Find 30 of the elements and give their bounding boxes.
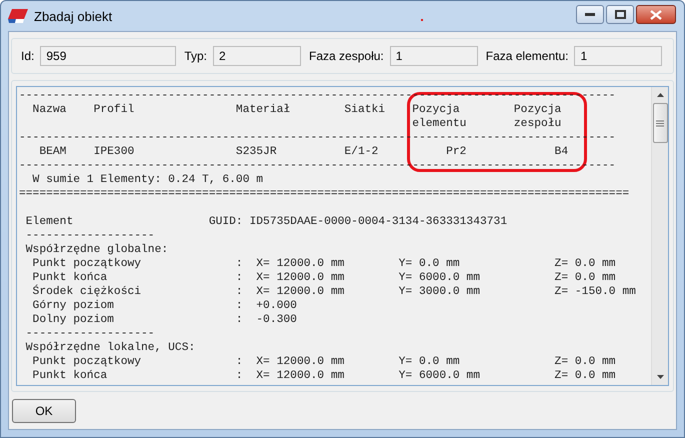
report-line: Dolny poziom : -0.300	[32, 313, 297, 327]
window-title: Zbadaj obiekt	[34, 8, 112, 24]
report-line: Współrzędne globalne:	[24, 243, 168, 257]
report-line: Środek ciężkości : X= 12000.0 mm Y= 3000.0 mm Z= -150.0 mm	[32, 285, 636, 299]
ok-button[interactable]: OK	[12, 398, 76, 422]
field-label: Faza zespołu:	[309, 49, 384, 63]
report-line: -------------------	[24, 327, 155, 341]
value-field[interactable]: 959	[40, 46, 176, 66]
report-line: -------------------	[24, 229, 155, 243]
report-line: ----------------------------------------------------------------------------------------	[19, 89, 616, 103]
value-field[interactable]: 1	[574, 46, 662, 66]
report-line: W sumie 1 Elementy: 0.24 T, 6.00 m	[32, 173, 264, 187]
report-line: Górny poziom : +0.000	[32, 299, 297, 313]
report-line: Nazwa Profil Materiał Siatki Pozycja Pozycja	[32, 103, 562, 117]
report-line: BEAM IPE300 S235JR E/1-2 Pr2 B4	[38, 145, 568, 159]
report-line: ==========================================================================================	[19, 187, 630, 201]
report-line: Współrzędne lokalne, UCS:	[24, 341, 196, 355]
report-line: Punkt końca : X= 12000.0 mm Y= 6000.0 mm Z= 0.0 mm	[32, 271, 616, 284]
report-line: ----------------------------------------------------------------------------------------	[19, 131, 616, 145]
value-field[interactable]: 1	[390, 46, 478, 66]
report-line: ----------------------------------------------------------------------------------------	[19, 159, 616, 173]
field-label: Id:	[21, 49, 34, 63]
field-label: Typ:	[184, 49, 208, 63]
report-line: Element GUID: ID5735DAAE-0000-0004-3134-363331343731	[24, 215, 508, 229]
value-field[interactable]: 2	[213, 46, 302, 66]
report-line: Punkt początkowy : X= 12000.0 mm Y= 0.0 mm Z= 0.0 mm	[32, 355, 616, 369]
report-line: Punkt początkowy : X= 12000.0 mm Y= 0.0 mm Z= 0.0 mm	[32, 257, 616, 271]
report-line: elementu zespołu	[411, 117, 562, 131]
field-label: Faza elementu:	[486, 49, 568, 63]
report-line: Punkt końca : X= 12000.0 mm Y= 6000.0 mm Z= 0.0 mm	[32, 369, 616, 383]
